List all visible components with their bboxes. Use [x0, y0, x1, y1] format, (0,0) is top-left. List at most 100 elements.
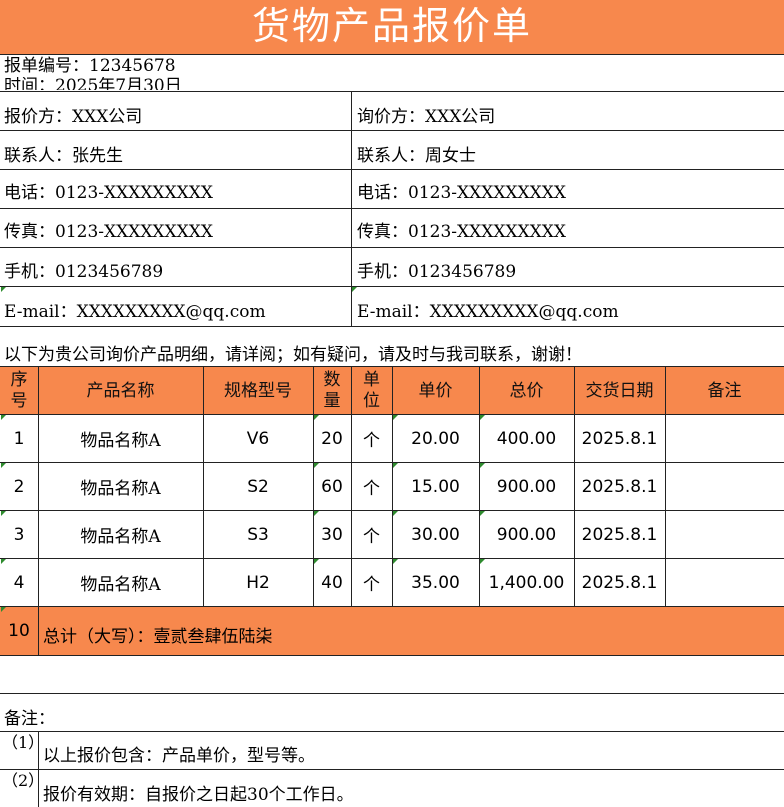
page-title: 货物产品报价单: [0, 0, 784, 55]
row2-unit: 个: [363, 479, 380, 499]
cell-marker: [314, 415, 319, 420]
row1-name: 物品名称A: [80, 431, 161, 451]
row3-delivery: 2025.8.1: [581, 524, 658, 545]
inquirer-mobile: 手机：0123456789: [357, 262, 517, 282]
intro-text: 以下为贵公司询价产品明细，请详阅；如有疑问，请及时与我司联系，谢谢！: [4, 345, 582, 365]
cell-marker: [1, 511, 6, 516]
row4-price: 35.00: [411, 572, 460, 593]
quoter-email: E-mail：XXXXXXXXX@qq.com: [4, 302, 266, 322]
grid-line: [38, 607, 39, 655]
row2-total: 900.00: [496, 476, 557, 497]
row2-name: 物品名称A: [80, 479, 161, 499]
row3-price: 30.00: [411, 524, 460, 545]
header-seq: 序号: [10, 369, 28, 411]
row1-price: 20.00: [411, 428, 460, 449]
cell-marker: [480, 559, 485, 564]
header-total: 总价: [509, 380, 544, 401]
note-2-number: （2）: [2, 772, 36, 790]
cell-marker: [1, 287, 6, 292]
cell-marker: [393, 559, 398, 564]
header-name: 产品名称: [86, 380, 155, 401]
row4-remark: [665, 559, 784, 606]
note-1-text: 以上报价包含：产品单价，型号等。: [43, 746, 315, 766]
grid-line: [0, 91, 784, 92]
row2-seq: 2: [13, 476, 25, 497]
cell-marker: [1, 463, 6, 468]
cell-marker: [1, 607, 6, 612]
quote-date: 时间：2025年7月30日: [4, 77, 182, 90]
quoter-contact: 联系人：张先生: [4, 146, 123, 166]
row4-unit: 个: [363, 575, 380, 595]
row1-seq: 1: [13, 428, 25, 449]
inquirer-phone: 电话：0123-XXXXXXXXX: [357, 183, 566, 203]
row4-total: 1,400.00: [488, 572, 565, 593]
row3-unit: 个: [363, 527, 380, 547]
grid-line: [0, 130, 784, 131]
grid-line: [0, 655, 784, 656]
quoter-mobile: 手机：0123456789: [4, 262, 164, 282]
cell-marker: [1, 559, 6, 564]
cell-marker: [1, 415, 6, 420]
row3-total: 900.00: [496, 524, 557, 545]
quote-number: 报单编号：12345678: [4, 56, 176, 76]
grid-line: [0, 247, 784, 248]
total-seq: 10: [8, 621, 30, 641]
inquirer-email: E-mail：XXXXXXXXX@qq.com: [357, 302, 619, 322]
row1-model: V6: [246, 428, 270, 449]
header-unit: 单位: [363, 369, 380, 411]
quoter-company: 报价方：XXX公司: [4, 107, 143, 127]
row4-model: H2: [246, 572, 270, 593]
cell-marker: [480, 463, 485, 468]
row3-qty: 30: [321, 524, 343, 545]
cell-marker: [480, 511, 485, 516]
row3-model: S3: [247, 524, 269, 545]
note-1-number: （1）: [2, 734, 36, 752]
row4-delivery: 2025.8.1: [581, 572, 658, 593]
row2-qty: 60: [321, 476, 343, 497]
row4-seq: 4: [13, 572, 25, 593]
header-price: 单价: [418, 380, 453, 401]
inquirer-contact: 联系人：周女士: [357, 146, 476, 166]
notes-heading: 备注：: [4, 709, 55, 729]
grid-line: [0, 286, 784, 287]
row1-total: 400.00: [496, 428, 557, 449]
row2-price: 15.00: [411, 476, 460, 497]
grid-line: [38, 731, 39, 807]
row4-name: 物品名称A: [80, 575, 161, 595]
quoter-phone: 电话：0123-XXXXXXXXX: [4, 183, 213, 203]
cell-marker: [480, 415, 485, 420]
grid-line: [0, 693, 784, 694]
grid-line: [0, 169, 784, 170]
quoter-fax: 传真：0123-XXXXXXXXX: [4, 222, 213, 242]
note-2-text: 报价有效期：自报价之日起30个工作日。: [43, 785, 354, 805]
row1-remark: [665, 415, 784, 462]
cell-marker: [393, 415, 398, 420]
row2-remark: [665, 463, 784, 510]
row3-name: 物品名称A: [80, 527, 161, 547]
quote-sheet: 货物产品报价单 报单编号：12345678 时间：2025年7月30日 报价方：…: [0, 0, 784, 807]
row1-unit: 个: [363, 431, 380, 451]
cell-marker: [314, 511, 319, 516]
cell-marker: [314, 559, 319, 564]
cell-marker: [314, 463, 319, 468]
row1-delivery: 2025.8.1: [581, 428, 658, 449]
grid-line: [0, 208, 784, 209]
cell-marker: [393, 511, 398, 516]
row2-delivery: 2025.8.1: [581, 476, 658, 497]
header-delivery: 交货日期: [585, 380, 654, 401]
total-amount-words: 总计（大写）：壹贰叁肆伍陆柒: [43, 627, 273, 647]
inquirer-company: 询价方：XXX公司: [357, 107, 496, 127]
row2-model: S2: [247, 476, 269, 497]
row3-remark: [665, 511, 784, 558]
header-qty: 数量: [323, 369, 341, 411]
header-remark: 备注: [707, 380, 742, 401]
header-model: 规格型号: [224, 380, 292, 401]
row4-qty: 40: [321, 572, 343, 593]
row1-qty: 20: [321, 428, 343, 449]
cell-marker: [393, 463, 398, 468]
grid-line: [0, 731, 784, 732]
cell-marker: [352, 287, 357, 292]
row3-seq: 3: [13, 524, 25, 545]
grid-line: [0, 769, 784, 770]
grid-line: [0, 326, 784, 327]
